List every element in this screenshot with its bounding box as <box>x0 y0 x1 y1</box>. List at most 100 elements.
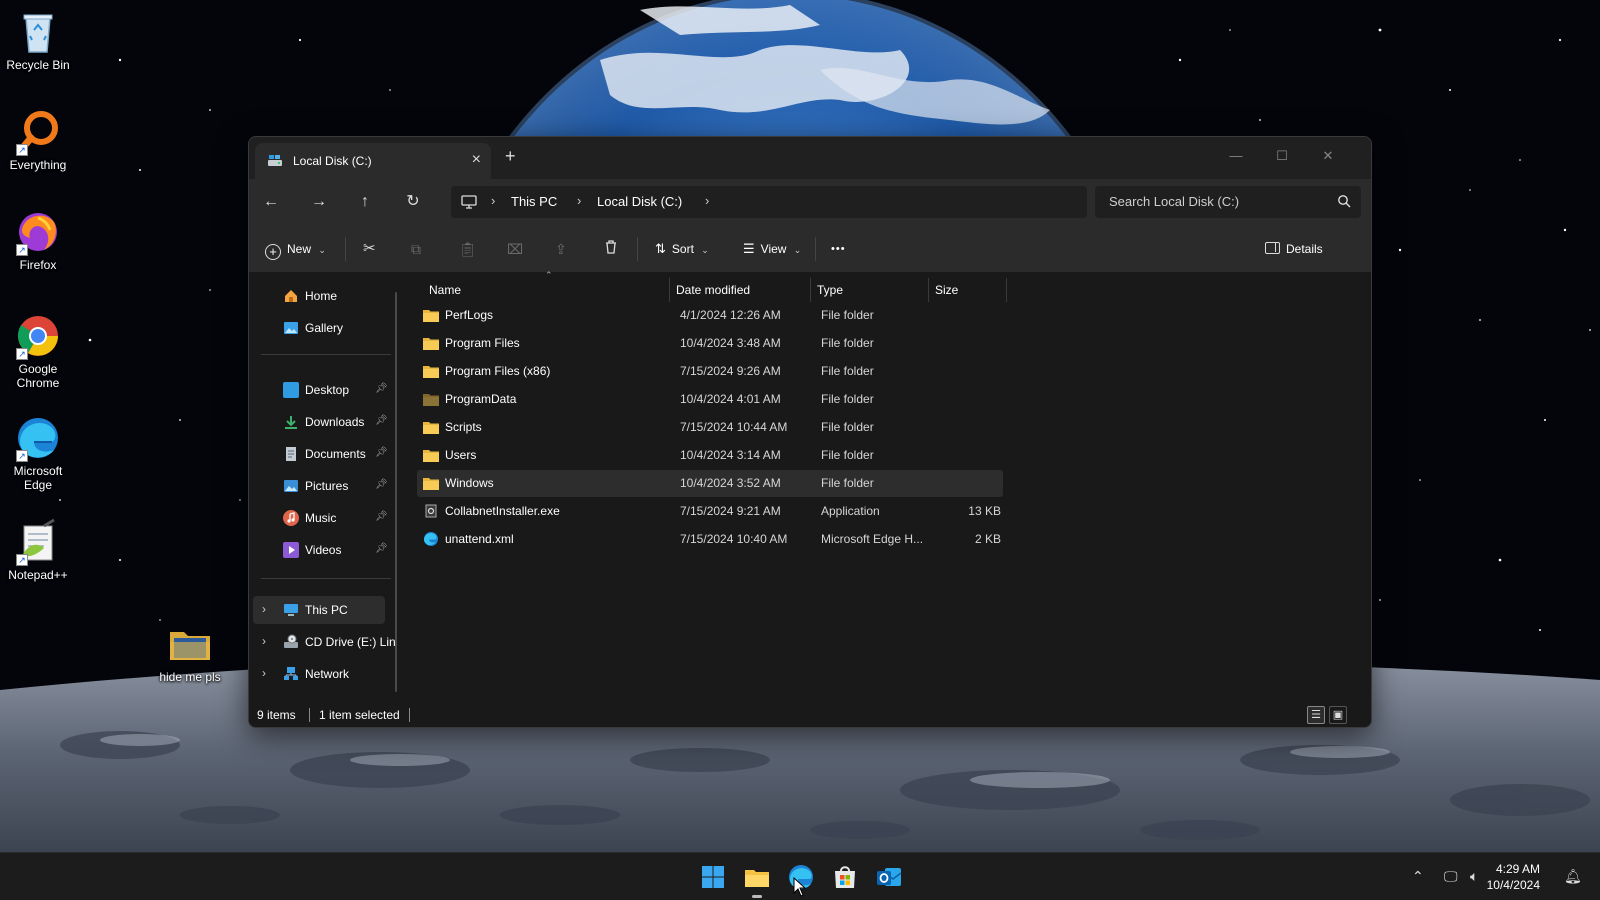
pin-icon[interactable]: 📌︎ <box>375 543 388 554</box>
pin-icon[interactable]: 📌︎ <box>375 383 388 394</box>
file-row[interactable]: PerfLogs 4/1/2024 12:26 AM File folder <box>417 302 1003 329</box>
sort-button[interactable]: ⇅ Sort ⌄ <box>655 239 709 259</box>
refresh-icon[interactable]: ↻ <box>401 191 425 215</box>
search-box[interactable]: Search Local Disk (C:) <box>1095 186 1361 218</box>
file-row[interactable]: Program Files (x86) 7/15/2024 9:26 AM File… <box>417 358 1003 385</box>
expand-chevron-icon[interactable]: › <box>262 666 266 680</box>
paste-icon[interactable]: 📋︎ <box>459 239 477 259</box>
nav-label: Gallery <box>305 321 344 335</box>
nav-item-network[interactable]: › Network <box>253 660 385 688</box>
file-row[interactable]: Users 10/4/2024 3:14 AM File folder <box>417 442 1003 469</box>
nav-item-this-pc[interactable]: › This PC <box>253 596 385 624</box>
videos-icon <box>283 542 299 558</box>
address-bar[interactable]: › This PC › Local Disk (C:) › <box>451 186 1087 218</box>
copy-icon[interactable]: ⧉ <box>411 239 421 259</box>
file-explorer-window: Local Disk (C:) × + — ☐ ✕ ← → ↑ ↻ › This… <box>248 136 1372 728</box>
notification-bell-icon[interactable]: 🔔︎ <box>1564 868 1582 885</box>
downloads-icon <box>283 414 299 430</box>
show-hidden-icons-chevron-icon[interactable]: ⌃ <box>1412 868 1424 885</box>
system-clock[interactable]: 4:29 AM 10/4/2024 <box>1487 861 1540 893</box>
nav-item-home[interactable]: Home <box>253 282 385 310</box>
nav-item-downloads[interactable]: Downloads 📌︎ <box>253 408 388 436</box>
file-row[interactable]: Program Files 10/4/2024 3:48 AM File folde… <box>417 330 1003 357</box>
tiles-view-icon[interactable]: ▣ <box>1329 706 1347 724</box>
new-button[interactable]: + New ⌄ <box>265 239 326 260</box>
delete-icon[interactable] <box>603 239 619 259</box>
forward-arrow-icon[interactable]: → <box>307 191 331 215</box>
pin-icon[interactable]: 📌︎ <box>375 415 388 426</box>
file-explorer-icon <box>745 870 769 887</box>
cut-icon[interactable]: ✂ <box>363 239 376 259</box>
file-row[interactable]: CollabnetInstaller.exe 7/15/2024 9:21 AM A… <box>417 498 1003 525</box>
nav-label: Videos <box>305 543 342 557</box>
column-header-type[interactable]: Type <box>811 278 929 302</box>
tab-local-disk[interactable]: Local Disk (C:) × <box>255 143 491 179</box>
search-icon[interactable] <box>1337 194 1351 208</box>
volume-icon[interactable]: 🔈︎ <box>1470 868 1478 885</box>
expand-chevron-icon[interactable]: › <box>262 634 266 648</box>
shortcut-arrow-icon: ↗ <box>16 244 28 256</box>
clock-time: 4:29 AM <box>1495 862 1540 876</box>
nav-item-cd-drive[interactable]: › CD Drive (E:) Lin <box>253 628 396 656</box>
nav-item-desktop[interactable]: Desktop 📌︎ <box>253 376 388 404</box>
column-header-date-modified[interactable]: Date modified <box>670 278 811 302</box>
taskbar-microsoft-store[interactable] <box>829 861 861 893</box>
cd-drive-icon <box>283 634 299 650</box>
desktop-icon-recycle-bin[interactable]: Recycle Bin <box>0 8 76 72</box>
file-name: Scripts <box>445 420 482 434</box>
desktop-icon-microsoft-edge[interactable]: ↗ Microsoft Edge <box>0 414 76 492</box>
breadcrumb-chevron-icon[interactable]: › <box>705 193 709 208</box>
view-list-icon: ☰ <box>743 241 755 256</box>
desktop-icon-google-chrome[interactable]: ↗ Google Chrome <box>0 312 76 390</box>
file-row[interactable]: Scripts 7/15/2024 10:44 AM File folder <box>417 414 1003 441</box>
close-window-button[interactable]: ✕ <box>1305 141 1351 171</box>
search-input[interactable]: Search Local Disk (C:) <box>1109 194 1239 209</box>
desktop-icon-everything[interactable]: ↗ Everything <box>0 108 76 172</box>
desktop-icon-hide-me-pls[interactable]: hide me pls <box>152 620 228 684</box>
new-button-label: New <box>287 242 312 256</box>
up-arrow-icon[interactable]: ↑ <box>353 191 377 215</box>
chevron-down-icon: ⌄ <box>701 245 709 255</box>
network-icon <box>283 666 299 682</box>
desktop-icon-firefox[interactable]: ↗ Firefox <box>0 208 76 272</box>
details-label: Details <box>1286 242 1323 256</box>
details-view-icon[interactable]: ☰ <box>1307 706 1325 724</box>
file-row[interactable]: Windows 10/4/2024 3:52 AM File folder <box>417 470 1003 497</box>
close-tab-icon[interactable]: × <box>472 151 481 169</box>
column-header-size[interactable]: Size <box>929 278 1007 302</box>
nav-item-documents[interactable]: Documents 📌︎ <box>253 440 388 468</box>
pin-icon[interactable]: 📌︎ <box>375 479 388 490</box>
nav-item-gallery[interactable]: Gallery <box>253 314 385 342</box>
taskbar-outlook[interactable] <box>873 861 905 893</box>
new-tab-icon[interactable]: + <box>505 146 516 167</box>
pin-icon[interactable]: 📌︎ <box>375 447 388 458</box>
network-status-icon[interactable]: 🖵︎ <box>1444 868 1458 885</box>
breadcrumb-this-pc[interactable]: This PC <box>511 194 557 209</box>
details-pane-button[interactable]: Details <box>1265 239 1323 259</box>
taskbar-file-explorer[interactable] <box>741 861 773 898</box>
desktop-icon-label: Firefox <box>19 258 57 272</box>
file-name: PerfLogs <box>445 308 494 322</box>
item-count: 9 items <box>257 708 296 722</box>
expand-chevron-icon[interactable]: › <box>262 602 266 616</box>
nav-item-pictures[interactable]: Pictures 📌︎ <box>253 472 388 500</box>
file-date-modified: 10/4/2024 3:52 AM <box>680 476 781 490</box>
column-header-name[interactable]: Name <box>423 278 670 302</box>
start-button[interactable] <box>697 861 729 893</box>
view-button[interactable]: ☰ View ⌄ <box>743 239 801 259</box>
toolbar-divider <box>637 237 638 261</box>
share-icon[interactable]: ⇪ <box>555 239 567 259</box>
desktop-icon-notepad-plus-plus[interactable]: ↗ Notepad++ <box>0 518 76 582</box>
file-row[interactable]: ProgramData 10/4/2024 4:01 AM File folder <box>417 386 1003 413</box>
nav-item-videos[interactable]: Videos 📌︎ <box>253 536 388 564</box>
back-arrow-icon[interactable]: ← <box>259 191 283 215</box>
minimize-button[interactable]: — <box>1213 141 1259 171</box>
pin-icon[interactable]: 📌︎ <box>375 511 388 522</box>
file-row[interactable]: unattend.xml 7/15/2024 10:40 AM Microsoft … <box>417 526 1003 553</box>
nav-pane-scrollbar[interactable] <box>395 292 397 692</box>
breadcrumb-local-disk[interactable]: Local Disk (C:) <box>597 194 682 209</box>
maximize-button[interactable]: ☐ <box>1259 141 1305 171</box>
nav-item-music[interactable]: Music 📌︎ <box>253 504 388 532</box>
more-options-button[interactable]: ••• <box>831 239 846 259</box>
rename-icon[interactable]: ⌧ <box>507 239 523 259</box>
